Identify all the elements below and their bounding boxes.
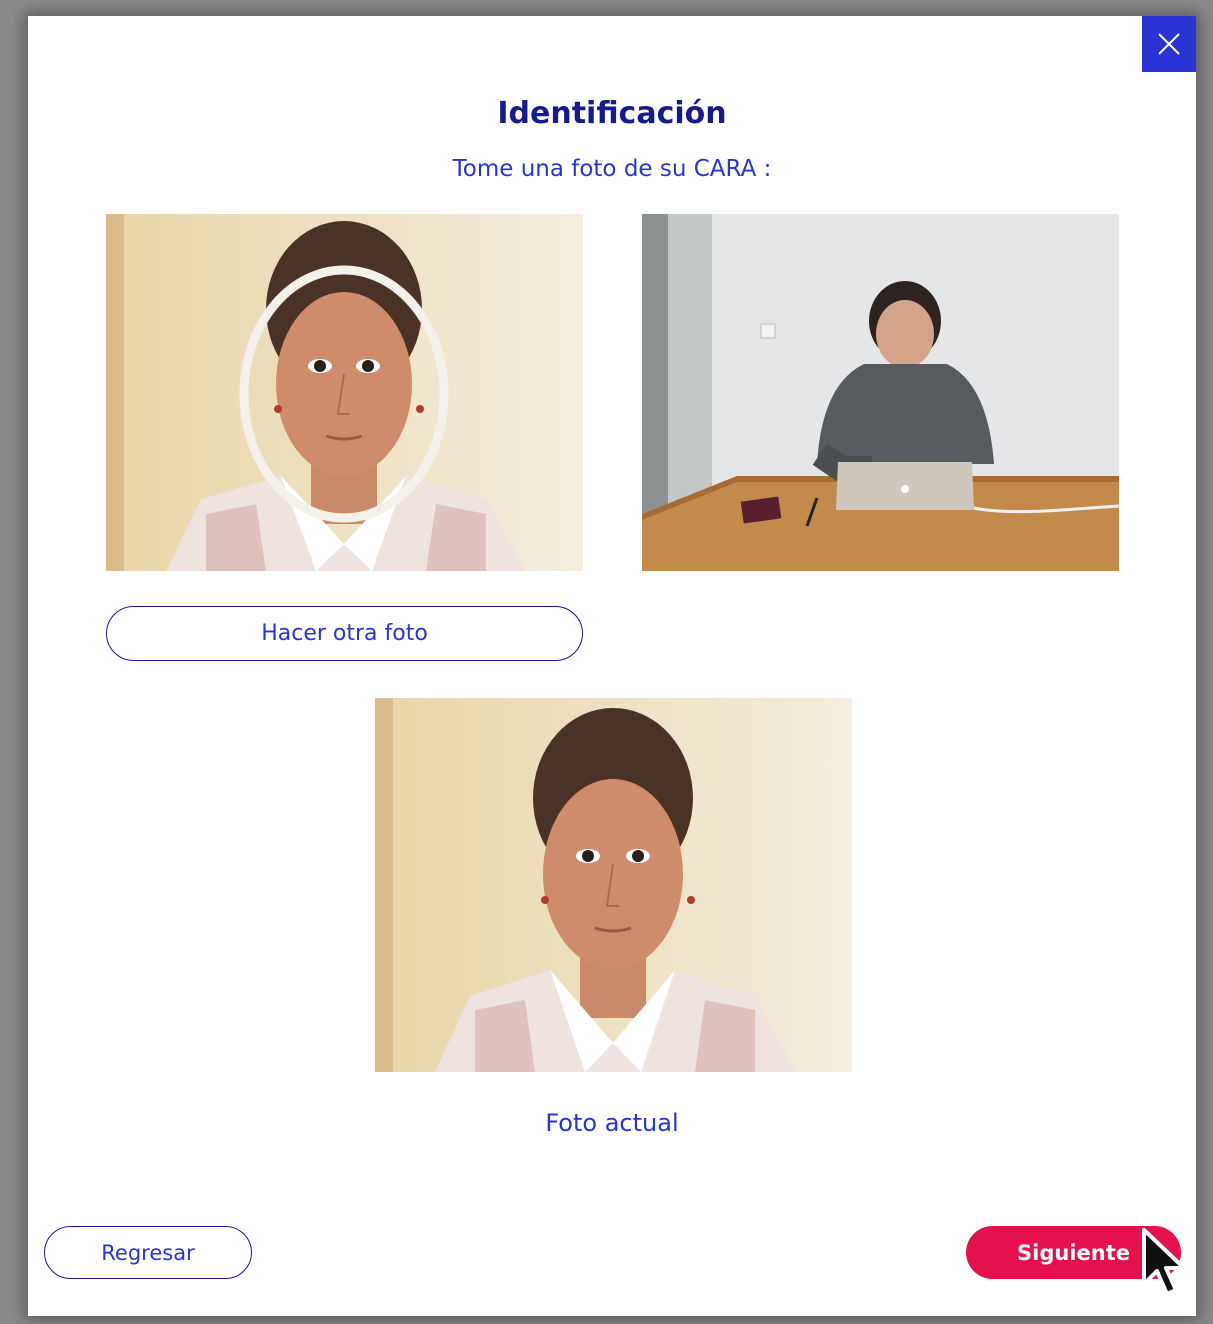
- identification-modal: Identificación Tome una foto de su CARA …: [28, 16, 1196, 1316]
- instruction-text: Tome una foto de su CARA :: [452, 156, 772, 182]
- example-photo: [642, 214, 1119, 571]
- back-button[interactable]: Regresar: [44, 1226, 252, 1279]
- close-icon: [1158, 33, 1180, 55]
- page-title: Identificación: [497, 96, 727, 131]
- mouse-cursor-icon: [1142, 1228, 1186, 1296]
- close-button[interactable]: [1142, 16, 1196, 72]
- current-photo-caption: Foto actual: [545, 1109, 679, 1137]
- current-photo: [375, 698, 852, 1072]
- retake-photo-button[interactable]: Hacer otra foto: [106, 606, 583, 661]
- camera-preview: [106, 214, 583, 571]
